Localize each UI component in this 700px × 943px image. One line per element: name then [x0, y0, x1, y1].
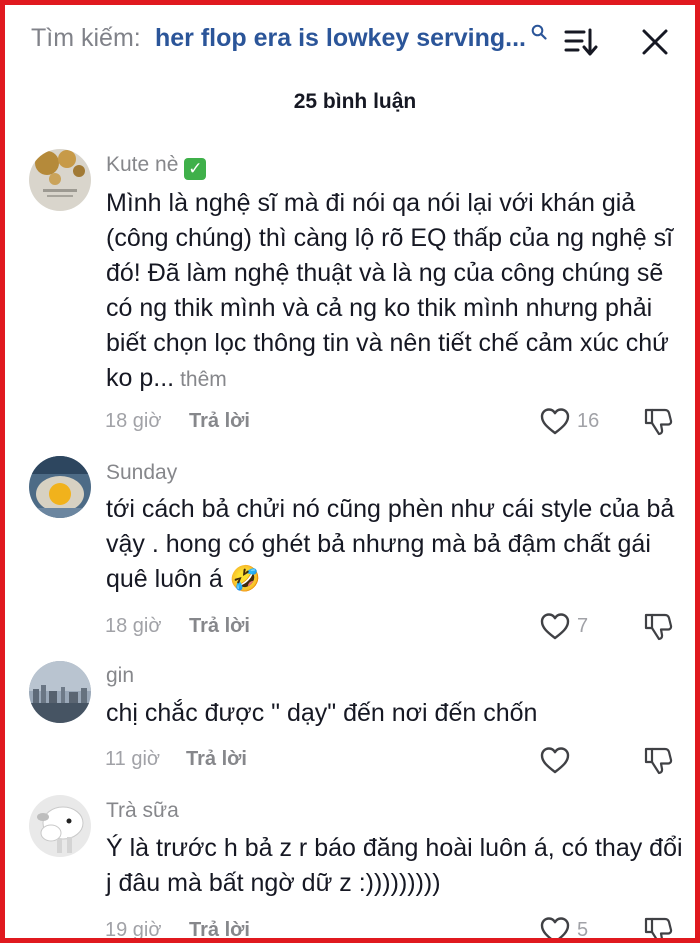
avatar-image: [29, 795, 91, 857]
screen-frame: Tìm kiếm: her flop era is lowkey serving…: [0, 0, 700, 943]
username-text: Trà sữa: [106, 799, 179, 822]
comment-time: 18 giờ: [105, 615, 162, 637]
like-count: 16: [577, 410, 600, 432]
avatar[interactable]: [29, 795, 91, 857]
thumbs-down-icon[interactable]: [643, 406, 673, 436]
username-text: Kute nè: [106, 153, 179, 176]
search-prefix-label: Tìm kiếm:: [31, 24, 141, 52]
comment-count: 25 bình luận: [293, 90, 417, 113]
heart-icon[interactable]: [540, 746, 570, 774]
search-query-text[interactable]: her flop era is lowkey serving...: [155, 24, 526, 53]
reply-button[interactable]: Trả lời: [189, 615, 250, 638]
username-text: gin: [106, 664, 135, 687]
heart-icon[interactable]: [540, 407, 570, 435]
comment-text: chị chắc được " dạy" đến nơi đến chốn: [106, 696, 686, 731]
comment-text: Mình là nghệ sĩ mà đi nói qa nói lại với…: [106, 186, 686, 397]
like-count: 7: [577, 615, 589, 637]
search-header: Tìm kiếm: her flop era is lowkey serving…: [10, 10, 695, 68]
verified-check-icon: ✓: [184, 158, 207, 180]
avatar-image: [29, 456, 91, 518]
comment-text: tới cách bả chửi nó cũng phèn như cái st…: [106, 492, 686, 597]
avatar-image: [29, 149, 91, 211]
search-icon[interactable]: [531, 24, 547, 40]
reply-button[interactable]: Trả lời: [189, 410, 250, 433]
avatar[interactable]: [29, 149, 91, 211]
comment-username[interactable]: Trà sữa: [106, 799, 179, 823]
comment-text: Ý là trước h bả z r báo đăng hoài luôn á…: [106, 831, 686, 901]
rolling-laughing-emoji: 🤣: [229, 565, 261, 593]
comment-username[interactable]: gin: [106, 664, 134, 688]
comment-body: tới cách bả chửi nó cũng phèn như cái st…: [106, 495, 675, 593]
username-text: Sunday: [106, 461, 178, 484]
comment-username[interactable]: Kute nè ✓: [106, 153, 207, 180]
close-icon[interactable]: [640, 27, 670, 57]
avatar[interactable]: [29, 661, 91, 723]
comment-body: Mình là nghệ sĩ mà đi nói qa nói lại với…: [106, 189, 674, 392]
thumbs-down-icon[interactable]: [643, 745, 673, 775]
comment-time: 11 giờ: [105, 748, 160, 770]
thumbs-down-icon[interactable]: [643, 915, 673, 943]
heart-icon[interactable]: [540, 612, 570, 640]
thumbs-down-icon[interactable]: [643, 611, 673, 641]
avatar[interactable]: [29, 456, 91, 518]
comment-time: 19 giờ: [105, 919, 162, 941]
reply-button[interactable]: Trả lời: [186, 748, 247, 771]
sort-icon[interactable]: [564, 27, 598, 57]
avatar-image: [29, 661, 91, 723]
comment-time: 18 giờ: [105, 410, 162, 432]
comment-username[interactable]: Sunday: [106, 461, 177, 485]
like-count: 5: [577, 919, 589, 941]
reply-button[interactable]: Trả lời: [189, 919, 250, 938]
heart-icon[interactable]: [540, 916, 570, 943]
see-more-link[interactable]: thêm: [180, 368, 227, 391]
comment-body: Ý là trước h bả z r báo đăng hoài luôn á…: [106, 834, 683, 897]
comment-body: chị chắc được " dạy" đến nơi đến chốn: [106, 699, 538, 727]
